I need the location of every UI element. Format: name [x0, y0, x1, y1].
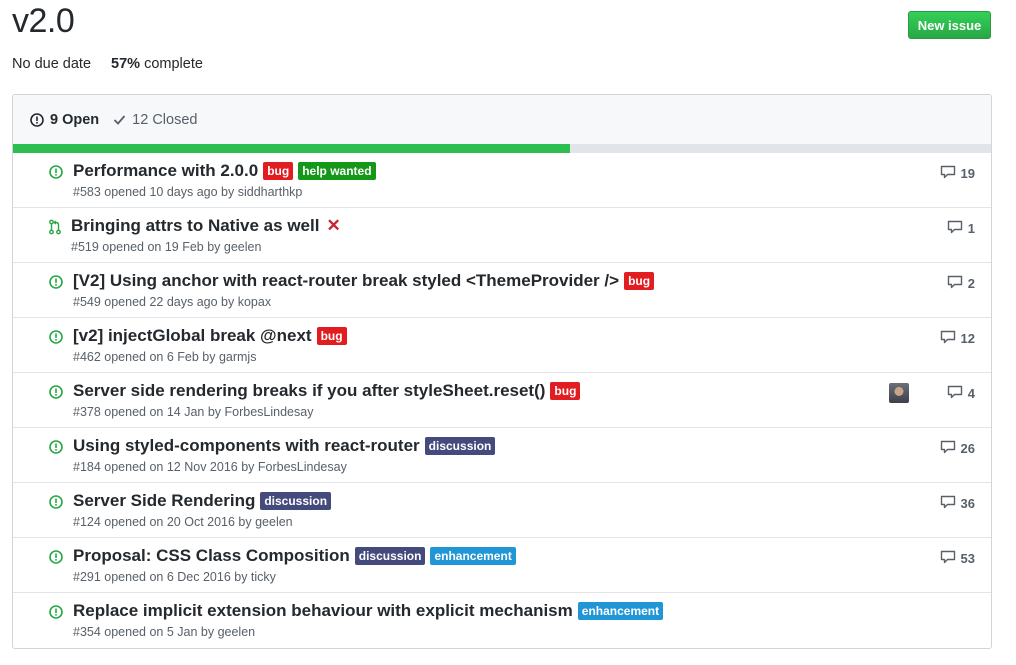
- comment-count-value: 53: [960, 551, 975, 566]
- assignee-avatar[interactable]: [889, 383, 909, 403]
- new-issue-button[interactable]: New issue: [908, 11, 991, 39]
- issue-opened-icon: [30, 112, 44, 127]
- label-bug[interactable]: bug: [624, 272, 655, 290]
- label-enhancement[interactable]: enhancement: [430, 547, 516, 565]
- issue-row[interactable]: Server side rendering breaks if you afte…: [13, 372, 991, 427]
- label-bug[interactable]: bug: [316, 327, 347, 345]
- issue-row[interactable]: [V2] Using anchor with react-router brea…: [13, 262, 991, 317]
- issue-meta: #378 opened on 14 Jan by ForbesLindesay: [73, 405, 314, 419]
- issue-title-group: [V2] Using anchor with react-router brea…: [73, 271, 655, 291]
- closed-filter[interactable]: 12 Closed: [113, 112, 197, 128]
- closed-count: 12 Closed: [132, 111, 198, 128]
- issue-opened-icon: [49, 329, 63, 345]
- comment-icon: [947, 385, 963, 402]
- issues-header: 9 Open 12 Closed: [13, 95, 991, 144]
- comment-count[interactable]: 36: [940, 495, 975, 512]
- issue-row[interactable]: Server Side Rendering discussion #124 open…: [13, 482, 991, 537]
- issue-list: Performance with 2.0.0 bug help wanted #583…: [13, 153, 991, 647]
- comment-icon: [940, 495, 956, 512]
- milestone-meta: No due date 57% complete: [12, 56, 203, 72]
- issue-title[interactable]: Proposal: CSS Class Composition: [73, 546, 350, 566]
- issue-meta: #354 opened on 5 Jan by geelen: [73, 625, 256, 639]
- label-discussion[interactable]: discussion: [260, 492, 332, 510]
- issue-meta: #124 opened on 20 Oct 2016 by geelen: [73, 515, 293, 529]
- comment-icon: [940, 330, 956, 347]
- issue-opened-icon: [49, 274, 63, 290]
- issue-opened-icon: [49, 604, 63, 620]
- comment-count-value: 1: [967, 221, 975, 236]
- issue-title[interactable]: Server side rendering breaks if you afte…: [73, 381, 545, 401]
- issue-meta: #519 opened on 19 Feb by geelen: [71, 240, 262, 254]
- issue-row[interactable]: Replace implicit extension behaviour wit…: [13, 592, 991, 647]
- comment-count-value: 36: [960, 496, 975, 511]
- completion: 57% complete: [111, 56, 203, 72]
- issue-row[interactable]: Using styled-components with react-route…: [13, 427, 991, 482]
- comment-icon: [940, 165, 956, 182]
- comment-count-value: 19: [960, 166, 975, 181]
- comment-count-value: 12: [960, 331, 975, 346]
- issue-title-group: Performance with 2.0.0 bug help wanted: [73, 161, 376, 181]
- issue-title[interactable]: Server Side Rendering: [73, 491, 255, 511]
- comment-icon: [947, 275, 963, 292]
- issue-opened-icon: [49, 384, 63, 400]
- comment-count[interactable]: 26: [940, 440, 975, 457]
- check-icon: [114, 115, 126, 125]
- issue-title-group: Server side rendering breaks if you afte…: [73, 381, 581, 401]
- issue-meta: #291 opened on 6 Dec 2016 by ticky: [73, 570, 276, 584]
- comment-icon: [947, 220, 963, 237]
- issue-meta: #549 opened 22 days ago by kopax: [73, 295, 272, 309]
- comment-count[interactable]: 4: [947, 385, 975, 402]
- open-count: 9 Open: [50, 111, 100, 128]
- progress-bar: [13, 144, 991, 153]
- milestone-title: v2.0: [12, 2, 75, 40]
- issue-title[interactable]: Performance with 2.0.0: [73, 161, 258, 181]
- status-failed-icon[interactable]: ✕: [326, 216, 340, 236]
- issue-opened-icon: [49, 549, 63, 565]
- pull-request-icon: [49, 219, 63, 235]
- issue-meta: #462 opened on 6 Feb by garmjs: [73, 350, 257, 364]
- issue-title[interactable]: [v2] injectGlobal break @next: [73, 326, 312, 346]
- issue-title-group: [v2] injectGlobal break @next bug: [73, 326, 347, 346]
- due-date: No due date: [12, 56, 92, 72]
- label-discussion[interactable]: discussion: [424, 437, 496, 455]
- issue-row[interactable]: [v2] injectGlobal break @next bug #462 ope…: [13, 317, 991, 372]
- issue-meta: #583 opened 10 days ago by siddharthkp: [73, 185, 303, 199]
- completion-percent: 57%: [111, 56, 141, 72]
- issue-title[interactable]: Replace implicit extension behaviour wit…: [73, 601, 573, 621]
- issue-row[interactable]: Proposal: CSS Class Composition discussio…: [13, 537, 991, 592]
- issue-opened-icon: [49, 494, 63, 510]
- issue-title-group: Using styled-components with react-route…: [73, 436, 496, 456]
- comment-count[interactable]: 19: [940, 165, 975, 182]
- issue-title-group: Bringing attrs to Native as well ✕: [71, 216, 341, 236]
- label-discussion[interactable]: discussion: [354, 547, 426, 565]
- issue-row[interactable]: Performance with 2.0.0 bug help wanted #583…: [13, 153, 991, 207]
- progress-fill: [13, 144, 571, 153]
- label-enhancement[interactable]: enhancement: [577, 602, 664, 620]
- comment-count[interactable]: 53: [940, 550, 975, 567]
- comment-count-value: 4: [967, 386, 975, 401]
- issue-title[interactable]: Bringing attrs to Native as well: [71, 216, 319, 236]
- label-bug[interactable]: bug: [263, 162, 294, 180]
- comment-icon: [940, 550, 956, 567]
- issue-opened-icon: [49, 164, 63, 180]
- comment-count[interactable]: 1: [947, 220, 975, 237]
- issue-meta: #184 opened on 12 Nov 2016 by ForbesLind…: [73, 460, 347, 474]
- issue-opened-icon: [49, 439, 63, 455]
- issue-title[interactable]: Using styled-components with react-route…: [73, 436, 420, 456]
- comment-count[interactable]: 12: [940, 330, 975, 347]
- comment-icon: [940, 440, 956, 457]
- issue-title-group: Replace implicit extension behaviour wit…: [73, 601, 664, 621]
- issue-row[interactable]: Bringing attrs to Native as well ✕ #519 op…: [13, 207, 991, 262]
- label-bug[interactable]: bug: [550, 382, 581, 400]
- issues-box: 9 Open 12 Closed Performance with 2.0.0 b…: [12, 94, 992, 649]
- issue-title-group: Server Side Rendering discussion: [73, 491, 332, 511]
- open-filter[interactable]: 9 Open: [30, 112, 99, 128]
- label-help-wanted[interactable]: help wanted: [298, 162, 376, 180]
- issue-title-group: Proposal: CSS Class Composition discussio…: [73, 546, 516, 566]
- comment-count[interactable]: 2: [947, 275, 975, 292]
- comment-count-value: 26: [960, 441, 975, 456]
- issue-title[interactable]: [V2] Using anchor with react-router brea…: [73, 271, 619, 291]
- comment-count-value: 2: [967, 276, 975, 291]
- completion-label: complete: [144, 56, 203, 72]
